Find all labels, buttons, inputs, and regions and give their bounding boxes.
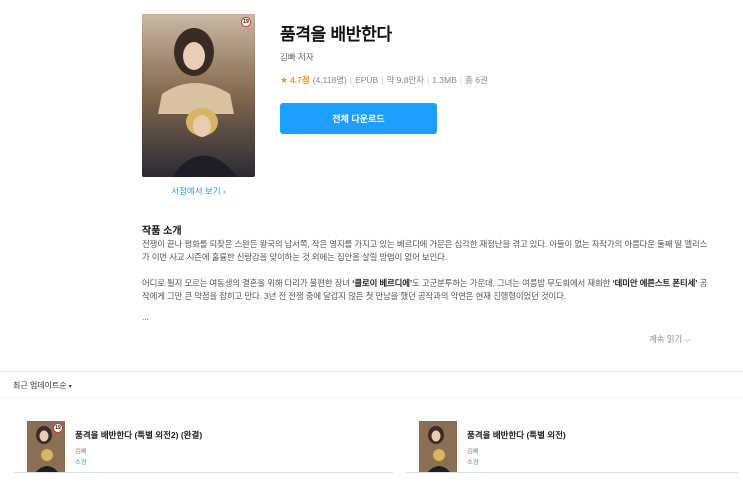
- episode-title[interactable]: 품격을 배반한다 (특별 외전2) (완결): [75, 429, 202, 441]
- file-format: EPUB: [355, 75, 379, 85]
- file-size: 1.3MB: [432, 75, 457, 85]
- sort-dropdown[interactable]: 최근 업데이트순 ▾: [13, 380, 72, 391]
- book-title: 품격을 배반한다: [280, 25, 392, 44]
- book-meta: ★ 4.7점 (4,118명) | EPUB | 약 9.8만자 | 1.3MB…: [280, 74, 488, 86]
- episode-title[interactable]: 품격을 배반한다 (특별 외전): [467, 429, 566, 441]
- volume-count: 총 6권: [465, 75, 488, 85]
- list-divider: [13, 472, 393, 473]
- intro-text: 전쟁이 끝나 평화를 되찾은 스완든 왕국의 남서쪽, 작은 영지를 가지고 있…: [142, 238, 712, 316]
- book-author[interactable]: 김빠 저자: [280, 51, 314, 63]
- intro-paragraph-2: 어디로 튈지 모르는 여동생의 결혼을 위해 다리가 불편한 장녀 ‘클로이 베…: [142, 278, 708, 301]
- caret-down-icon: ▾: [68, 384, 72, 390]
- section-divider: [0, 371, 743, 372]
- rating-count: (4,118명): [312, 75, 347, 85]
- view-in-store-link[interactable]: 서점에서 보기 ›: [142, 185, 255, 197]
- divider: |: [349, 75, 353, 85]
- star-icon: ★: [280, 74, 289, 85]
- episode-thumbnail: [419, 421, 457, 473]
- intro-heading: 작품 소개: [142, 226, 182, 237]
- episode-item[interactable]: 품격을 배반한다 (특별 외전) 김빠 소장: [419, 421, 739, 473]
- episode-thumbnail: 19: [27, 421, 65, 473]
- download-all-button[interactable]: 전체 다운로드: [280, 103, 437, 134]
- list-divider: [0, 397, 743, 398]
- intro-ellipsis: ...: [142, 312, 149, 322]
- list-divider: [405, 472, 739, 473]
- episode-status: 소장: [75, 459, 87, 466]
- divider: |: [381, 75, 384, 85]
- read-more-button[interactable]: 계속 읽기 ⌵: [649, 333, 691, 345]
- divider: |: [459, 75, 463, 85]
- episode-author: 김빠: [467, 448, 479, 455]
- episode-item[interactable]: 19 품격을 배반한다 (특별 외전2) (완결) 김빠 소장: [27, 421, 387, 473]
- char-count: 약 9.8만자: [386, 75, 425, 85]
- rating-score: 4.7점: [290, 75, 310, 85]
- book-cover[interactable]: 19: [142, 14, 255, 177]
- intro-paragraph-1: 전쟁이 끝나 평화를 되찾은 스완든 왕국의 남서쪽, 작은 영지를 가지고 있…: [142, 239, 708, 262]
- divider: |: [427, 75, 430, 85]
- age-rating-badge: 19: [241, 17, 251, 27]
- episode-status: 소장: [467, 459, 479, 466]
- episode-author: 김빠: [75, 448, 87, 455]
- age-rating-badge: 19: [53, 423, 63, 433]
- sort-label: 최근 업데이트순: [13, 381, 67, 390]
